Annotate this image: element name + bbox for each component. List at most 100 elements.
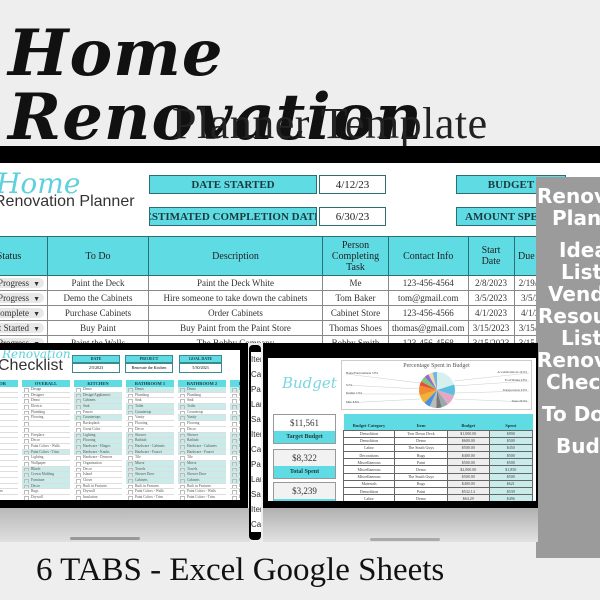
status-value[interactable]: Not Started▼ — [0, 323, 44, 333]
chevron-down-icon[interactable]: ▼ — [33, 325, 40, 333]
budget-cell[interactable]: $400.00 — [446, 479, 490, 489]
status-value[interactable]: In Progress▼ — [0, 278, 44, 288]
item-cell[interactable]: Demo — [394, 494, 448, 501]
budget-category-cell[interactable]: Demolition — [342, 486, 396, 496]
budget-cell[interactable]: $600.00 — [446, 436, 490, 445]
item-cell[interactable]: Paint — [394, 486, 448, 496]
task-cell-start[interactable]: 2/8/2023 — [467, 275, 515, 291]
budget-cell[interactable]: $400.00 — [446, 451, 490, 460]
task-cell-description[interactable]: Paint the Deck White — [148, 275, 323, 291]
item-cell[interactable]: Demo — [394, 436, 448, 445]
budget-row[interactable]: Miscellaneous The South Guys $500.00 $500 — [342, 472, 533, 481]
budget-row[interactable]: Miscellaneous Demo $2,000.00 $1,850 — [342, 465, 533, 474]
chevron-down-icon[interactable]: ▼ — [33, 280, 40, 288]
task-row[interactable]: In Progress▼Paint the WallsThe Bobby Com… — [0, 335, 561, 343]
item-cell[interactable]: Rugs — [394, 479, 448, 489]
task-row[interactable]: Complete▼Purchase CabinetsOrder Cabinets… — [0, 305, 561, 321]
budget-row[interactable]: Miscellaneous Paint $500.00 $500 — [342, 458, 533, 467]
task-cell-contact[interactable]: 123-456-4566 — [388, 305, 469, 321]
task-cell-person[interactable]: Thomas Shoes — [322, 320, 389, 336]
chevron-down-icon[interactable]: ▼ — [33, 295, 40, 303]
budget-row[interactable]: Materials Rugs $400.00 $621 — [342, 479, 533, 489]
task-cell-description[interactable]: Hire someone to take down the cabinets — [148, 290, 323, 306]
cl-goal-value[interactable]: 5/30/2023 — [179, 363, 222, 373]
task-cell-todo[interactable]: Demo the Cabinets — [47, 290, 149, 306]
budget-cell[interactable]: $2,000.00 — [446, 465, 490, 474]
task-cell-description[interactable]: Order Cabinets — [148, 305, 323, 321]
status-dropdown[interactable]: In Progress▼ — [0, 275, 48, 291]
item-cell[interactable]: Rugs — [394, 451, 448, 460]
task-cell-start[interactable]: 3/15/2023 — [467, 320, 515, 336]
budget-row[interactable]: Demolition Paint $532.14 $539 — [342, 486, 533, 496]
checklist-item[interactable]: Insulation — [74, 495, 122, 500]
budget-cell[interactable]: $500.00 — [446, 472, 490, 481]
spent-cell[interactable]: $621 — [488, 479, 533, 489]
task-row[interactable]: Not Started▼Buy PaintBuy Paint from the … — [0, 320, 561, 336]
task-cell-start[interactable]: 3/5/2023 — [467, 290, 515, 306]
task-row[interactable]: In Progress▼Demo the CabinetsHire someon… — [0, 290, 561, 306]
item-cell[interactable]: Tear Down Deck — [394, 429, 448, 438]
date-started-value[interactable]: 4/12/23 — [319, 175, 386, 194]
checklist-item[interactable]: Paint Colors - Trim — [126, 495, 174, 500]
budget-row[interactable]: Decorations Rugs $400.00 $500 — [342, 451, 533, 460]
budget-category-cell[interactable]: Decorations — [342, 451, 396, 460]
budget-cell[interactable]: $64.29 — [446, 494, 490, 501]
budget-category-cell[interactable]: Miscellaneous — [342, 458, 396, 467]
task-cell-todo[interactable]: Paint the Deck — [47, 275, 149, 291]
cl-date-value[interactable]: 2/5/2023 — [72, 363, 120, 373]
cl-project-value[interactable]: Renovate the Kitchen — [125, 363, 173, 373]
checklist-item[interactable]: Drywall — [22, 495, 70, 500]
task-cell-todo[interactable]: Buy Paint — [47, 320, 149, 336]
task-cell-person[interactable]: Cabinet Store — [322, 305, 389, 321]
budget-category-cell[interactable]: Materials — [342, 479, 396, 489]
task-cell-contact[interactable]: 123-456-4568 — [388, 335, 469, 343]
budget-row[interactable]: Labor Demo $64.29 $496 — [342, 494, 533, 501]
status-value[interactable]: Complete▼ — [0, 308, 44, 318]
spent-cell[interactable]: $450 — [488, 443, 533, 453]
est-completion-value[interactable]: 6/30/23 — [319, 207, 386, 226]
task-cell-description[interactable]: Buy Paint from the Paint Store — [148, 320, 323, 336]
checklist-item[interactable]: Paint C — [230, 495, 240, 500]
spent-cell[interactable]: $496 — [488, 494, 533, 501]
spent-cell[interactable]: $500 — [488, 436, 533, 445]
budget-cell[interactable]: $532.14 — [446, 486, 490, 496]
budget-cell[interactable]: $1,000.00 — [446, 429, 490, 438]
spent-cell[interactable]: $1,850 — [488, 465, 533, 474]
status-dropdown[interactable]: In Progress▼ — [0, 290, 48, 306]
budget-cell[interactable]: $500.00 — [446, 458, 490, 467]
budget-category-cell[interactable]: Miscellaneous — [342, 472, 396, 481]
budget-row[interactable]: Demolition Demo $600.00 $500 — [342, 436, 533, 445]
task-cell-person[interactable]: Me — [322, 275, 389, 291]
budget-category-cell[interactable]: Labor — [342, 494, 396, 501]
task-cell-description[interactable]: The Bobby Company — [148, 335, 323, 343]
task-cell-todo[interactable]: Purchase Cabinets — [47, 305, 149, 321]
budget-category-cell[interactable]: Demolition — [342, 436, 396, 445]
budget-cell[interactable]: $500.00 — [446, 443, 490, 453]
checklist-item[interactable] — [0, 495, 18, 500]
task-row[interactable]: In Progress▼Paint the DeckPaint the Deck… — [0, 275, 561, 291]
status-dropdown[interactable]: Complete▼ — [0, 305, 48, 321]
budget-row[interactable]: Labor The South Guys $500.00 $450 — [342, 443, 533, 453]
task-cell-contact[interactable]: 123-456-4564 — [388, 275, 469, 291]
task-cell-person[interactable]: Bobby Smith — [322, 335, 389, 343]
task-cell-start[interactable]: 3/15/2023 — [467, 335, 515, 343]
item-cell[interactable]: Paint — [394, 458, 448, 467]
item-cell[interactable]: The South Guys — [394, 443, 448, 453]
budget-category-cell[interactable]: Labor — [342, 443, 396, 453]
chevron-down-icon[interactable]: ▼ — [33, 310, 40, 318]
item-cell[interactable]: The South Guys — [394, 472, 448, 481]
checklist-item[interactable]: Paint Colors - Trim — [178, 495, 226, 500]
status-value[interactable]: In Progress▼ — [0, 293, 44, 303]
task-cell-contact[interactable]: tom@gmail.com — [388, 290, 469, 306]
budget-row[interactable]: Demolition Tear Down Deck $1,000.00 $890 — [342, 429, 533, 438]
task-cell-person[interactable]: Tom Baker — [322, 290, 389, 306]
spent-cell[interactable]: $500 — [488, 458, 533, 467]
spent-cell[interactable]: $500 — [488, 472, 533, 481]
status-dropdown[interactable]: Not Started▼ — [0, 320, 48, 336]
status-dropdown[interactable]: In Progress▼ — [0, 335, 48, 343]
item-cell[interactable]: Demo — [394, 465, 448, 474]
spent-cell[interactable]: $500 — [488, 451, 533, 460]
task-cell-todo[interactable]: Paint the Walls — [47, 335, 149, 343]
budget-category-cell[interactable]: Demolition — [342, 429, 396, 438]
spent-cell[interactable]: $890 — [488, 429, 533, 438]
